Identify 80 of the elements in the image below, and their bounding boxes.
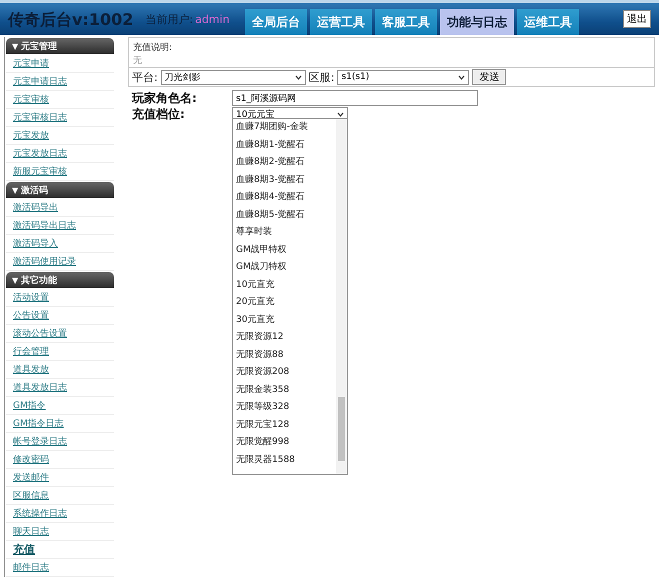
sidebar-link[interactable]: 行会管理 [6,343,114,361]
dropdown-option[interactable]: 20元直充 [233,294,336,312]
caret-icon [458,74,466,80]
dropdown-option[interactable]: 无限金装358 [233,382,336,399]
dropdown-option[interactable]: 无限资源208 [233,364,336,382]
caret-icon [337,112,344,116]
section-header[interactable]: ▼ 其它功能 [6,272,114,288]
dropdown-option[interactable]: 无限资源88 [233,346,336,364]
sidebar-link[interactable]: 元宝审核日志 [6,109,114,127]
sidebar-link[interactable]: 活动设置 [6,289,114,307]
tier-label: 充值档位: [132,106,186,122]
dropdown-option[interactable]: 尊享时装 [233,224,336,242]
player-input[interactable]: s1_阿溪源码网 [232,90,478,106]
section-arrow: ▼ [12,276,18,284]
nav-tab[interactable]: 运维工具 [517,9,580,35]
caret-icon [294,74,302,80]
sidebar-link[interactable]: GM指令 [6,397,114,415]
sidebar-link[interactable]: 道具发放日志 [6,379,114,397]
player-label: 玩家角色名: [132,90,198,106]
dropdown-option[interactable]: GM战甲特权 [233,242,336,259]
server-label: 区服: [308,70,334,84]
scrollbar[interactable] [336,119,347,474]
dropdown-option[interactable]: 血赚8期3-觉醒石 [233,172,336,189]
dropdown-option[interactable]: 10元直充 [233,276,336,294]
user-name: admin [195,12,231,28]
section-arrow: ▼ [12,42,18,50]
sidebar-link[interactable]: 激活码导出日志 [6,217,114,235]
sidebar-link[interactable]: 发送邮件 [6,469,114,487]
logout-button[interactable]: 退出 [623,10,651,28]
sidebar-link[interactable]: 道具发放 [6,361,114,379]
nav-tab[interactable]: 功能与日志 [440,9,514,35]
dropdown-option[interactable]: 血赚8期2-觉醒石 [233,154,336,172]
sidebar-link[interactable]: 帐号登录日志 [6,433,114,451]
dropdown-option[interactable]: 30元直充 [233,312,336,329]
sidebar-link[interactable]: 修改密码 [6,451,114,469]
platform-select[interactable]: 刀光剑影 [160,70,306,84]
nav-tab[interactable]: 全局后台 [245,9,308,35]
nav-tab[interactable]: 运营工具 [310,9,372,35]
sidebar-link[interactable]: 激活码导入 [6,235,114,253]
section-arrow: ▼ [12,186,18,194]
sidebar-link[interactable]: 新服元宝审核 [6,163,114,181]
note-label: 充值说明: [133,42,174,54]
dropdown-option[interactable]: GM战刀特权 [233,259,336,276]
scroll-thumb[interactable] [338,397,345,461]
dropdown-option[interactable]: 无限灵器1588 [233,452,336,469]
sidebar-link[interactable]: 元宝申请日志 [6,73,114,91]
sidebar-link[interactable]: 聊天日志 [6,523,114,541]
sidebar-link[interactable]: 滚动公告设置 [6,325,114,343]
sidebar-link[interactable]: 邮件日志 [6,559,114,577]
send-button[interactable]: 发送 [472,69,506,85]
sidebar-link[interactable]: 充值 [6,541,114,559]
dropdown-option[interactable]: 无限觉醒998 [233,434,336,452]
user-label: 当前用户: [145,12,194,28]
sidebar-link[interactable]: 元宝申请 [6,55,114,73]
dropdown-option[interactable]: 血赚7期团购-金装 [233,119,336,136]
dropdown-option[interactable]: 无限等级328 [233,399,336,416]
section-header[interactable]: ▼ 元宝管理 [6,38,114,54]
sidebar-link[interactable]: 激活码导出 [6,199,114,217]
dropdown-option[interactable]: 无限资源12 [233,329,336,346]
dropdown-option[interactable]: 血赚8期4-觉醒石 [233,189,336,206]
sidebar-link[interactable]: GM指令日志 [6,415,114,433]
dropdown-option[interactable]: 血赚8期5-觉醒石 [233,206,336,224]
nav-tab[interactable]: 客服工具 [375,9,438,35]
dropdown-option[interactable]: 血赚8期1-觉醒石 [233,136,336,154]
section-header[interactable]: ▼ 激活码 [6,182,114,198]
app-title: 传奇后台v:1002 [8,9,134,31]
note-value: 无 [133,55,143,67]
sidebar-link[interactable]: 激活码使用记录 [6,253,114,271]
sidebar-link[interactable]: 元宝审核 [6,91,114,109]
section-title: 激活码 [21,184,48,196]
server-select[interactable]: s1(s1) [337,70,470,84]
sidebar-link[interactable]: 元宝发放 [6,127,114,145]
sidebar-link[interactable]: 公告设置 [6,307,114,325]
sidebar-link[interactable]: 元宝发放日志 [6,145,114,163]
platform-label: 平台: [132,70,158,84]
sidebar-link[interactable]: 区服信息 [6,487,114,505]
sidebar-link[interactable]: 系统操作日志 [6,505,114,523]
dropdown-option[interactable]: 无限元宝128 [233,416,336,434]
section-title: 元宝管理 [21,40,58,52]
section-title: 其它功能 [21,274,58,286]
